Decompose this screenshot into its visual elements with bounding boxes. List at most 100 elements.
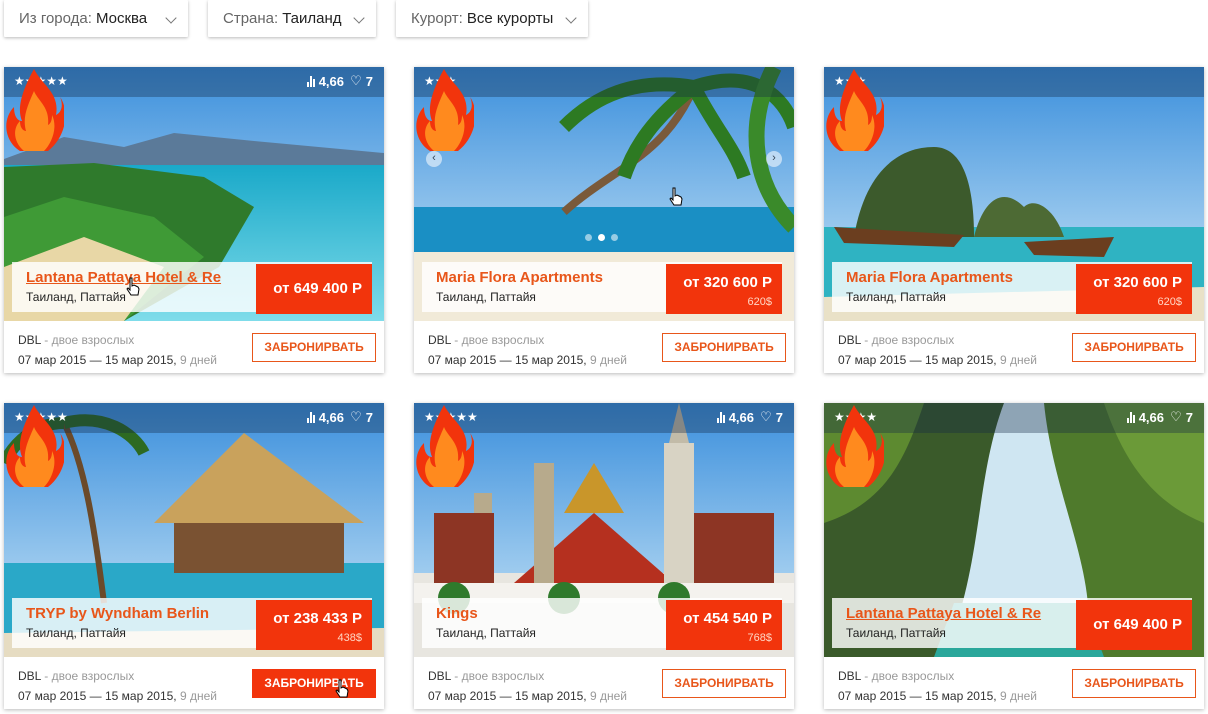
hotel-location: Таиланд, Паттайя [26, 626, 126, 640]
next-photo-arrow-icon[interactable]: › [766, 151, 782, 167]
book-button[interactable]: ЗАБРОНИРВАТЬ [662, 669, 786, 698]
price-rub: от 320 600 Р [683, 274, 772, 291]
booking-info: DBL - двое взрослых 07 мар 2015 — 15 мар… [18, 666, 217, 706]
rating: 4,66 [716, 410, 754, 425]
price-usd: 620$ [747, 296, 772, 308]
departure-city-value: Москва [95, 10, 148, 27]
book-button[interactable]: ЗАБРОНИРВАТЬ [252, 669, 376, 698]
nights: 9 дней [176, 689, 217, 703]
heart-icon[interactable]: ♡ [350, 73, 362, 89]
booking-info: DBL - двое взрослых 07 мар 2015 — 15 мар… [428, 330, 627, 370]
rating-bars-icon [716, 412, 725, 423]
hot-offer-flame-icon [826, 69, 884, 151]
prev-photo-arrow-icon[interactable]: ‹ [426, 151, 442, 167]
hotel-card[interactable]: ★★★★★ 4,66 ♡7 Lantana Pattaya Hotel & Re… [4, 67, 384, 373]
hotel-location: Таиланд, Паттайя [846, 626, 946, 640]
hotel-name-link[interactable]: Maria Flora Apartments [846, 269, 1046, 286]
chevron-down-icon [165, 12, 177, 24]
hot-offer-flame-icon [6, 69, 64, 151]
room-type: DBL [838, 333, 861, 347]
hotel-photo[interactable]: ★★★★ 4,66 ♡7 Lantana Pattaya Hotel & Re … [824, 403, 1204, 657]
hot-offer-flame-icon [826, 405, 884, 487]
hotel-name-link[interactable]: Kings [436, 605, 636, 622]
country-select[interactable]: Страна: Таиланд [208, 0, 376, 37]
carousel-dot-active[interactable] [598, 234, 605, 241]
departure-city-select[interactable]: Из города: Москва [4, 0, 188, 37]
resort-select[interactable]: Курорт: Все курорты [396, 0, 588, 37]
nights: 9 дней [586, 689, 627, 703]
likes[interactable]: ♡ 7 [760, 409, 783, 425]
hotel-name-link[interactable]: Lantana Pattaya Hotel & Re [846, 605, 1046, 622]
hotel-name-link[interactable]: Maria Flora Apartments [436, 269, 636, 286]
hotel-location: Таиланд, Паттайя [846, 290, 946, 304]
heart-icon[interactable]: ♡ [1170, 409, 1182, 425]
rating-value: 4,66 [1138, 410, 1164, 425]
rating-bars-icon [306, 76, 315, 87]
likes[interactable]: ♡ 7 [1170, 409, 1193, 425]
rating: 4,66 [306, 410, 344, 425]
price-rub: от 320 600 Р [1093, 274, 1182, 291]
booking-info: DBL - двое взрослых 07 мар 2015 — 15 мар… [428, 666, 627, 706]
rating-value: 4,66 [318, 74, 344, 89]
hotel-name-link[interactable]: TRYP by Wyndham Berlin [26, 605, 226, 622]
photo-carousel-dots [585, 234, 618, 241]
dates: 07 мар 2015 — 15 мар 2015, [18, 353, 177, 367]
hand-cursor-icon [669, 187, 683, 206]
guests: - двое взрослых [860, 333, 955, 347]
carousel-dot[interactable] [585, 234, 592, 241]
likes[interactable]: ♡ 7 [350, 409, 373, 425]
dates: 07 мар 2015 — 15 мар 2015, [838, 689, 997, 703]
heart-icon[interactable]: ♡ [760, 409, 772, 425]
rating-value: 4,66 [318, 410, 344, 425]
hotel-card[interactable]: ★★★ ‹ › Maria Flora Apartments Таиланд, … [414, 67, 794, 373]
hotel-photo[interactable]: ★★★★★ 4,66 ♡7 Lantana Pattaya Hotel & Re… [4, 67, 384, 321]
hotel-card[interactable]: ★★★★★ 4,66 ♡7 Kings Таиланд, Паттайя от … [414, 403, 794, 709]
hotel-photo[interactable]: ★★★★★ 4,66 ♡7 Kings Таиланд, Паттайя от … [414, 403, 794, 657]
hotel-card[interactable]: ★★★★★ 4,66 ♡7 TRYP by Wyndham Berlin Таи… [4, 403, 384, 709]
book-button[interactable]: ЗАБРОНИРВАТЬ [662, 333, 786, 362]
hand-cursor-icon [126, 277, 140, 296]
resort-label: Курорт: [411, 10, 463, 27]
book-button[interactable]: ЗАБРОНИРВАТЬ [1072, 669, 1196, 698]
chevron-down-icon [565, 12, 577, 24]
likes-count: 7 [365, 73, 373, 89]
rating: 4,66 [306, 74, 344, 89]
guests: - двое взрослых [40, 333, 135, 347]
hand-cursor-icon [335, 679, 349, 698]
likes-count: 7 [1185, 409, 1193, 425]
nights: 9 дней [996, 689, 1037, 703]
carousel-dot[interactable] [611, 234, 618, 241]
room-type: DBL [18, 333, 41, 347]
guests: - двое взрослых [860, 669, 955, 683]
room-type: DBL [428, 333, 451, 347]
rating-value: 4,66 [728, 410, 754, 425]
resort-value: Все курорты [466, 10, 554, 27]
hotel-location: Таиланд, Паттайя [436, 290, 536, 304]
heart-icon[interactable]: ♡ [350, 409, 362, 425]
hot-offer-flame-icon [416, 405, 474, 487]
guests: - двое взрослых [40, 669, 135, 683]
price-box: от 454 540 Р 768$ [666, 600, 782, 650]
rating-bars-icon [306, 412, 315, 423]
price-rub: от 238 433 Р [273, 610, 362, 627]
price-usd: 620$ [1157, 296, 1182, 308]
price-box: от 649 400 Р [1076, 600, 1192, 650]
chevron-down-icon [353, 12, 365, 24]
hotel-photo[interactable]: ★★★ ‹ › Maria Flora Apartments Таиланд, … [414, 67, 794, 321]
hotel-photo[interactable]: ★★★ Maria Flora Apartments Таиланд, Патт… [824, 67, 1204, 321]
likes[interactable]: ♡ 7 [350, 73, 373, 89]
booking-info: DBL - двое взрослых 07 мар 2015 — 15 мар… [838, 666, 1037, 706]
dates: 07 мар 2015 — 15 мар 2015, [18, 689, 177, 703]
price-usd: 438$ [337, 632, 362, 644]
departure-city-label: Из города: [19, 10, 92, 27]
booking-info: DBL - двое взрослых 07 мар 2015 — 15 мар… [18, 330, 217, 370]
price-box: от 649 400 Р [256, 264, 372, 314]
book-button[interactable]: ЗАБРОНИРВАТЬ [252, 333, 376, 362]
hotel-card[interactable]: ★★★★ 4,66 ♡7 Lantana Pattaya Hotel & Re … [824, 403, 1204, 709]
hotel-location: Таиланд, Паттайя [436, 626, 536, 640]
hot-offer-flame-icon [6, 405, 64, 487]
hotel-photo[interactable]: ★★★★★ 4,66 ♡7 TRYP by Wyndham Berlin Таи… [4, 403, 384, 657]
hotel-card[interactable]: ★★★ Maria Flora Apartments Таиланд, Патт… [824, 67, 1204, 373]
book-button[interactable]: ЗАБРОНИРВАТЬ [1072, 333, 1196, 362]
dates: 07 мар 2015 — 15 мар 2015, [838, 353, 997, 367]
